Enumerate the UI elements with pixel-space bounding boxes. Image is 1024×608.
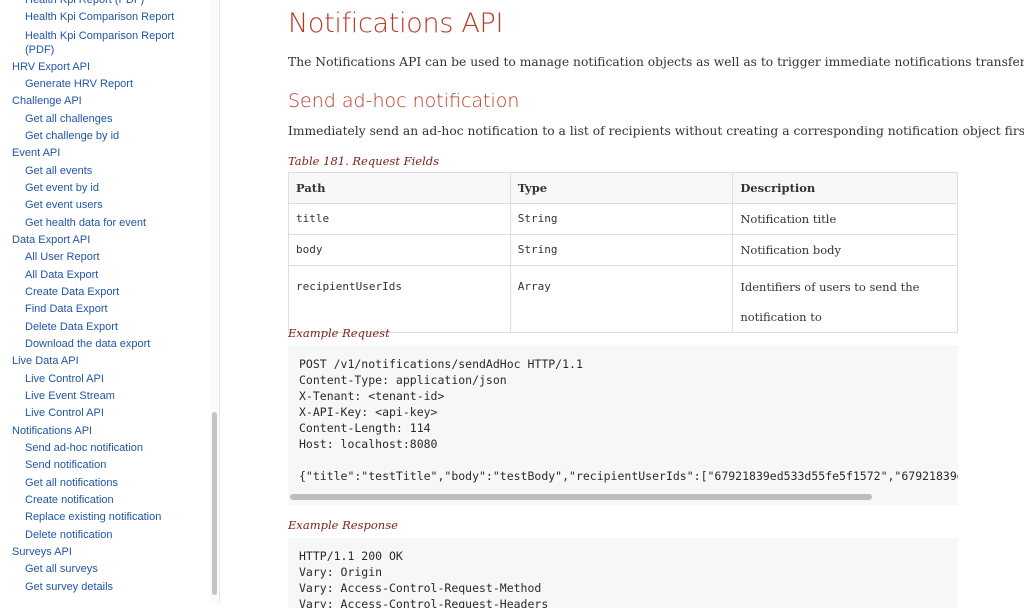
field-description: Notification body [732,234,958,266]
column-header-type: Type [509,172,734,204]
code-scrollbar-thumb[interactable] [290,494,872,500]
sidebar-item-link[interactable]: Live Control API [0,371,212,388]
sidebar-item-link[interactable]: Generate HRV Report [0,76,212,93]
sidebar-section-link[interactable]: Surveys API [0,544,212,561]
sidebar-section-link[interactable]: Live Data API [0,353,212,370]
code-line: Vary: Access-Control-Request-Headers [299,597,549,608]
field-path: title [288,203,511,235]
example-request-caption: Example Request [288,326,390,340]
field-type: String [509,203,734,235]
sidebar-item-link[interactable]: Create notification [0,492,212,509]
sidebar-item-link[interactable]: Get all events [0,163,212,180]
sidebar-item-link[interactable]: All Data Export [0,267,212,284]
sidebar-item-link[interactable]: Send notification [0,457,212,474]
request-fields-table: Path Type Description title String Notif… [288,172,958,333]
sidebar-item-link[interactable]: Get all challenges [0,111,212,128]
field-type: String [509,234,734,266]
main-content: Notifications API The Notifications API … [288,0,1024,608]
sidebar-item-link[interactable]: All User Report [0,249,212,266]
section-description: Immediately send an ad-hoc notification … [288,124,1024,138]
sidebar-item-link[interactable]: Send ad-hoc notification [0,440,212,457]
table-row: recipientUserIds Array Identifiers of us… [288,265,958,333]
field-path: recipientUserIds [288,265,511,333]
sidebar-item-link[interactable]: Get health data for event [0,215,212,232]
sidebar-scrollbar-thumb[interactable] [212,412,217,595]
code-line: X-Tenant: <tenant-id> [299,389,445,403]
sidebar-item-link[interactable]: Create Data Export [0,284,212,301]
code-horizontal-scrollbar[interactable] [290,494,956,501]
column-header-description: Description [732,172,958,204]
example-response-code: HTTP/1.1 200 OK Vary: Origin Vary: Access-… [288,538,958,608]
table-row: title String Notification title [288,203,958,235]
sidebar-item-link[interactable]: Find Data Export [0,301,212,318]
sidebar-item-link[interactable]: Delete notification [0,527,212,544]
field-description: Identifiers of users to send the notific… [732,265,958,333]
sidebar-item-link[interactable]: Live Event Stream [0,388,212,405]
intro-paragraph: The Notifications API can be used to man… [288,55,1024,69]
sidebar-item-link[interactable]: Delete Data Export [0,319,212,336]
example-response-caption: Example Response [288,518,398,532]
section-title: Send ad-hoc notification [288,90,520,112]
sidebar-item-link[interactable]: Get event by id [0,180,212,197]
code-line: Content-Length: 114 [299,421,431,435]
code-line: {"title":"testTitle","body":"testBody","… [299,469,958,483]
sidebar-item-link[interactable]: Get challenge by id [0,128,212,145]
sidebar-item-link[interactable]: Health Kpi Report (PDF) [0,0,212,9]
sidebar-item-link[interactable]: Get all surveys [0,561,212,578]
page-title: Notifications API [288,8,504,39]
code-line: Content-Type: application/json [299,373,507,387]
sidebar-nav: Health Kpi Report (PDF) Health Kpi Compar… [0,0,220,603]
toc-list: Health Kpi Report (PDF) Health Kpi Compar… [0,0,212,596]
code-line: Vary: Access-Control-Request-Method [299,581,542,595]
sidebar-section-link[interactable]: Challenge API [0,93,212,110]
sidebar-section-link[interactable]: Event API [0,145,212,162]
field-type: Array [509,265,734,333]
code-line: POST /v1/notifications/sendAdHoc HTTP/1.… [299,357,583,371]
column-header-path: Path [288,172,511,204]
sidebar-item-link[interactable]: Live Control API [0,405,212,422]
sidebar-section-link[interactable]: Data Export API [0,232,212,249]
sidebar-item-link[interactable]: Health Kpi Comparison Report (PDF) [0,27,195,59]
sidebar-item-link[interactable]: Replace existing notification [0,509,212,526]
code-line: Vary: Origin [299,565,383,579]
sidebar-item-link[interactable]: Get survey details [0,579,212,596]
field-description: Notification title [732,203,958,235]
code-line: X-API-Key: <api-key> [299,405,438,419]
sidebar-item-link[interactable]: Health Kpi Comparison Report [0,9,212,26]
sidebar-item-link[interactable]: Get event users [0,197,212,214]
table-row: body String Notification body [288,234,958,266]
code-line: Host: localhost:8080 [299,437,438,451]
example-request-code: POST /v1/notifications/sendAdHoc HTTP/1.… [288,345,958,505]
table-caption: Table 181. Request Fields [288,154,440,168]
sidebar-section-link[interactable]: Notifications API [0,423,212,440]
code-line: HTTP/1.1 200 OK [299,549,403,563]
field-path: body [288,234,511,266]
sidebar-item-link[interactable]: Download the data export [0,336,212,353]
sidebar-section-link[interactable]: HRV Export API [0,59,212,76]
sidebar-item-link[interactable]: Get all notifications [0,475,212,492]
